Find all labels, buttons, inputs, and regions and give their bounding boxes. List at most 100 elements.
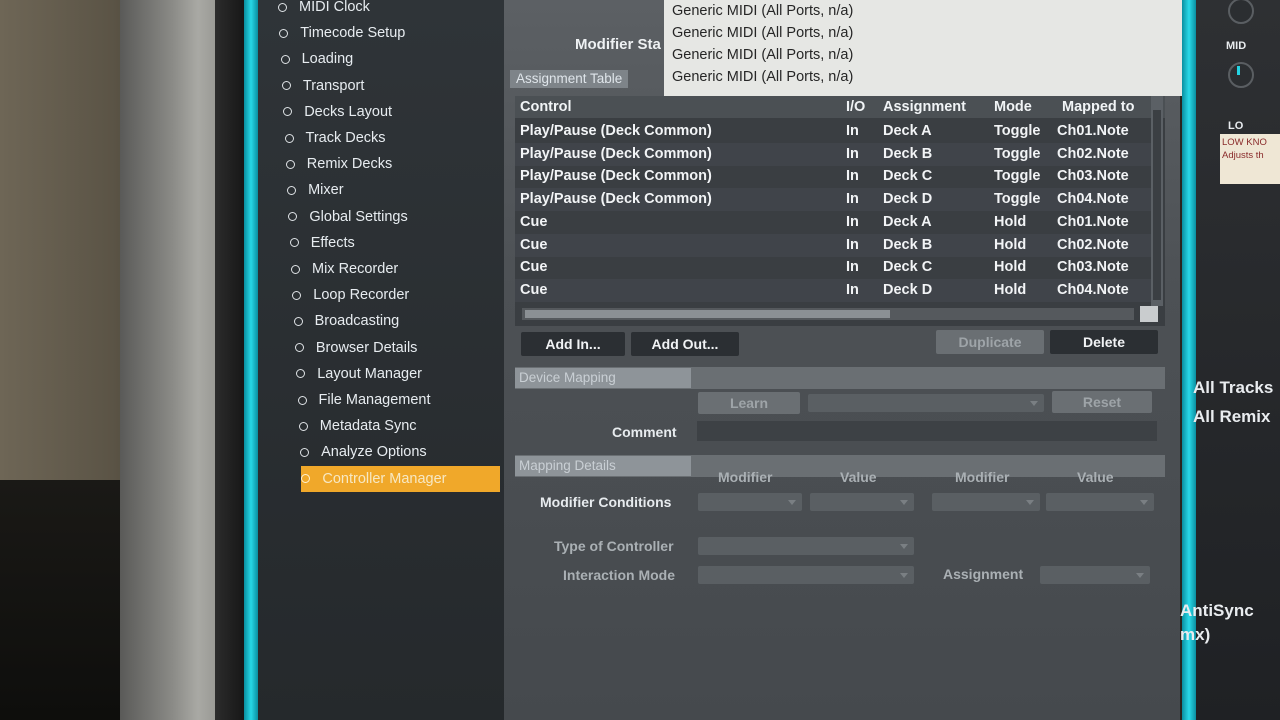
table-vertical-scroll-thumb[interactable] bbox=[1153, 110, 1161, 300]
sidebar-item-label: Loop Recorder bbox=[313, 287, 410, 304]
sidebar-item[interactable]: Layout Manager bbox=[296, 361, 500, 387]
cell-mode: Hold bbox=[994, 213, 1027, 230]
comment-field[interactable] bbox=[697, 421, 1157, 441]
device-option[interactable]: Generic MIDI (All Ports, n/a) bbox=[664, 44, 1184, 66]
add-in-button[interactable]: Add In... bbox=[521, 332, 625, 356]
column-header-mapped-to[interactable]: Mapped to bbox=[1062, 96, 1135, 118]
bullet-icon bbox=[297, 395, 307, 405]
cell-control: Cue bbox=[520, 259, 548, 276]
cell-control: Cue bbox=[520, 213, 548, 230]
sidebar-item-label: MIDI Clock bbox=[299, 0, 370, 16]
lo-label: LO bbox=[1228, 120, 1244, 132]
type-of-controller-select[interactable] bbox=[698, 537, 914, 555]
learn-dropdown[interactable] bbox=[808, 394, 1044, 412]
bullet-icon bbox=[278, 2, 287, 12]
sidebar-item[interactable]: Analyze Options bbox=[300, 439, 500, 465]
eq-knob-mid[interactable] bbox=[1228, 62, 1254, 88]
cell-assignment: Deck C bbox=[883, 168, 933, 185]
bullet-icon bbox=[293, 316, 303, 326]
device-option[interactable]: Generic MIDI (All Ports, n/a) bbox=[664, 66, 1184, 88]
cell-io: In bbox=[846, 168, 859, 185]
sidebar-item-label: Mixer bbox=[308, 182, 344, 199]
cell-assignment: Deck B bbox=[883, 145, 933, 162]
sidebar-item-label: Loading bbox=[301, 51, 354, 68]
table-row[interactable]: Cue In Deck B Hold Ch02.Note bbox=[515, 233, 1151, 257]
learn-button[interactable]: Learn bbox=[698, 392, 800, 414]
sidebar-item[interactable]: Browser Details bbox=[294, 335, 500, 361]
cell-io: In bbox=[846, 259, 859, 276]
sidebar-item[interactable]: Transport bbox=[281, 73, 500, 99]
device-option[interactable]: Generic MIDI (All Ports, n/a) bbox=[664, 0, 1184, 22]
cell-mapped-to: Ch03.Note bbox=[1057, 259, 1129, 276]
sidebar-item-label: Analyze Options bbox=[321, 444, 427, 461]
sidebar-item[interactable]: MIDI Clock bbox=[278, 0, 500, 20]
assignment-select[interactable] bbox=[1040, 566, 1150, 584]
sidebar-item[interactable]: Remix Decks bbox=[285, 151, 500, 177]
column-header-mode[interactable]: Mode bbox=[994, 96, 1032, 118]
table-horizontal-scroll-thumb[interactable] bbox=[525, 310, 890, 318]
cell-assignment: Deck A bbox=[883, 213, 932, 230]
sidebar-item[interactable]: Metadata Sync bbox=[298, 413, 500, 439]
sidebar-item[interactable]: Decks Layout bbox=[283, 99, 500, 125]
table-row[interactable]: Cue In Deck A Hold Ch01.Note bbox=[515, 211, 1151, 234]
add-out-button[interactable]: Add Out... bbox=[631, 332, 739, 356]
type-of-controller-label: Type of Controller bbox=[554, 538, 674, 554]
table-row[interactable]: Cue In Deck C Hold Ch03.Note bbox=[515, 256, 1151, 279]
sidebar-item[interactable]: Mix Recorder bbox=[291, 256, 500, 282]
duplicate-button[interactable]: Duplicate bbox=[936, 330, 1044, 354]
table-row[interactable]: Cue In Deck D Hold Ch04.Note bbox=[515, 278, 1151, 302]
assignment-table-tab[interactable]: Assignment Table bbox=[510, 70, 629, 88]
device-option[interactable]: Generic MIDI (All Ports, n/a) bbox=[664, 22, 1184, 44]
column-header-io[interactable]: I/O bbox=[846, 96, 865, 118]
table-row[interactable]: Play/Pause (Deck Common) In Deck D Toggle Ch… bbox=[515, 188, 1151, 212]
cell-io: In bbox=[846, 145, 859, 162]
cell-assignment: Deck B bbox=[883, 236, 933, 253]
table-row[interactable]: Play/Pause (Deck Common) In Deck A Toggle Ch… bbox=[515, 120, 1151, 143]
cell-assignment: Deck D bbox=[883, 191, 933, 208]
sidebar-item[interactable]: Mixer bbox=[287, 177, 500, 203]
sidebar-item[interactable]: Controller Manager bbox=[301, 465, 500, 492]
cell-mapped-to: Ch02.Note bbox=[1057, 145, 1129, 162]
sidebar-item[interactable]: Broadcasting bbox=[293, 308, 500, 334]
cell-mode: Toggle bbox=[994, 123, 1041, 139]
sidebar-item-label: Layout Manager bbox=[317, 365, 422, 382]
value-2-select[interactable] bbox=[1046, 493, 1154, 511]
sidebar-item[interactable]: File Management bbox=[297, 387, 501, 413]
modifier-conditions-label: Modifier Conditions bbox=[540, 494, 672, 510]
column-header-control[interactable]: Control bbox=[520, 96, 572, 118]
bullet-icon bbox=[288, 212, 298, 222]
column-header-assignment[interactable]: Assignment bbox=[883, 96, 966, 118]
bullet-icon bbox=[280, 54, 290, 64]
cell-assignment: Deck D bbox=[883, 281, 933, 298]
delete-button[interactable]: Delete bbox=[1050, 330, 1158, 354]
table-row[interactable]: Play/Pause (Deck Common) In Deck B Toggle Ch… bbox=[515, 142, 1151, 166]
monitor-bezel-inner bbox=[215, 0, 245, 720]
cell-mapped-to: Ch01.Note bbox=[1057, 213, 1129, 230]
modifier-1-select[interactable] bbox=[698, 493, 802, 511]
cell-mode: Hold bbox=[994, 259, 1027, 276]
cell-mapped-to: Ch03.Note bbox=[1057, 168, 1129, 185]
cell-io: In bbox=[846, 213, 859, 230]
sidebar-item[interactable]: Global Settings bbox=[288, 204, 500, 230]
device-dropdown-list[interactable]: Generic MIDI (All Ports, n/a) Generic MI… bbox=[664, 0, 1184, 96]
value-1-select[interactable] bbox=[810, 493, 914, 511]
sidebar-item-label: File Management bbox=[318, 392, 431, 409]
sidebar-item[interactable]: Track Decks bbox=[284, 125, 501, 151]
bullet-icon bbox=[281, 81, 291, 91]
sidebar-item[interactable]: Timecode Setup bbox=[279, 20, 500, 46]
modifier-header-2: Modifier bbox=[955, 469, 1010, 485]
interaction-mode-select[interactable] bbox=[698, 566, 914, 584]
sidebar-item[interactable]: Effects bbox=[289, 230, 500, 256]
table-row[interactable]: Play/Pause (Deck Common) In Deck C Toggle Ch… bbox=[515, 165, 1151, 188]
sidebar-item[interactable]: Loop Recorder bbox=[292, 282, 500, 308]
sidebar-item-label: Metadata Sync bbox=[319, 418, 417, 435]
sidebar-item-label: Track Decks bbox=[305, 130, 386, 147]
bullet-icon bbox=[300, 447, 310, 457]
modifier-2-select[interactable] bbox=[932, 493, 1040, 511]
cell-mode: Hold bbox=[994, 281, 1027, 298]
reset-button[interactable]: Reset bbox=[1052, 391, 1152, 413]
cell-control: Cue bbox=[520, 281, 548, 298]
cell-io: In bbox=[846, 123, 859, 139]
sidebar-item-label: Controller Manager bbox=[322, 470, 447, 487]
sidebar-item[interactable]: Loading bbox=[280, 46, 500, 72]
